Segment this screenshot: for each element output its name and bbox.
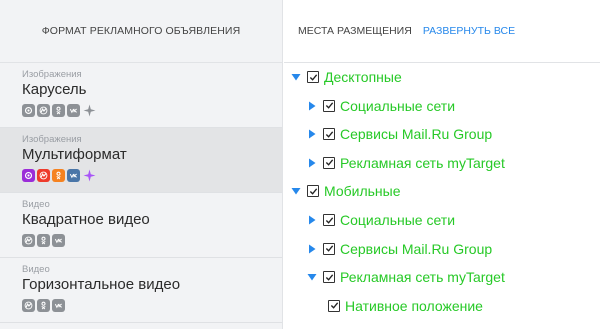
platform-icons <box>22 234 282 247</box>
format-name: Мультиформат <box>22 146 127 163</box>
format-name: Квадратное видео <box>22 211 150 228</box>
platform-icons <box>22 169 282 182</box>
format-category: Изображения <box>22 134 82 145</box>
tree-node: Рекламная сеть myTarget <box>306 267 505 287</box>
odnoklassniki-icon <box>37 104 50 117</box>
placement-checkbox[interactable] <box>323 214 335 226</box>
collapse-arrow-icon[interactable] <box>306 272 317 283</box>
placements-header: МЕСТА РАЗМЕЩЕНИЯ РАЗВЕРНУТЬ ВСЕ <box>284 0 600 63</box>
format-category: Видео <box>22 264 50 275</box>
placement-label[interactable]: Нативное положение <box>345 298 483 314</box>
checkmark-icon <box>325 159 333 167</box>
checkmark-icon <box>325 102 333 109</box>
placement-checkbox[interactable] <box>307 185 319 198</box>
format-category: Видео <box>22 199 50 210</box>
ok-person-icon <box>37 299 50 312</box>
ok-person-icon <box>52 104 65 117</box>
placement-checkbox[interactable] <box>323 128 335 141</box>
checkmark-icon <box>325 131 333 138</box>
platform-icons <box>22 299 282 312</box>
placement-label[interactable]: Социальные сети <box>340 98 455 114</box>
expand-arrow-icon[interactable] <box>306 215 317 226</box>
placement-label[interactable]: Сервисы Mail.Ru Group <box>340 241 492 257</box>
ok-person-icon <box>37 234 50 247</box>
placement-label[interactable]: Сервисы Mail.Ru Group <box>340 126 492 142</box>
expand-arrow-icon[interactable] <box>306 100 317 111</box>
checkmark-icon <box>330 302 338 310</box>
expand-arrow-icon[interactable] <box>306 157 317 168</box>
sparkle-icon <box>83 169 96 182</box>
checkmark-icon <box>325 216 333 224</box>
placement-checkbox[interactable] <box>323 156 335 169</box>
format-list: Изображения Карусель Изображения Мультиформ… <box>0 63 282 323</box>
ok-person-icon <box>52 169 65 182</box>
odnoklassniki-icon <box>22 299 35 312</box>
format-item[interactable]: Видео Горизонтальное видео <box>0 258 282 323</box>
expand-all-link[interactable]: РАЗВЕРНУТЬ ВСЕ <box>423 25 515 37</box>
placement-checkbox[interactable] <box>323 271 335 284</box>
checkmark-icon <box>325 245 333 252</box>
expand-arrow-icon[interactable] <box>306 129 317 140</box>
format-item[interactable]: Изображения Карусель <box>0 63 282 128</box>
checkmark-icon <box>309 73 317 81</box>
mail-icon <box>22 169 35 182</box>
odnoklassniki-icon <box>22 234 35 247</box>
placement-checkbox[interactable] <box>328 299 340 312</box>
format-item[interactable]: Видео Квадратное видео <box>0 193 282 258</box>
collapse-arrow-icon[interactable] <box>290 72 301 83</box>
format-panel-header: ФОРМАТ РЕКЛАМНОГО ОБЪЯВЛЕНИЯ <box>0 0 282 63</box>
placement-checkbox[interactable] <box>323 99 335 112</box>
tree-node: Мобильные <box>290 181 401 201</box>
mail-icon <box>22 104 35 117</box>
checkmark-icon <box>309 188 317 195</box>
format-name: Карусель <box>22 81 87 98</box>
collapse-arrow-icon[interactable] <box>290 186 301 197</box>
expand-arrow-icon[interactable] <box>306 243 317 254</box>
format-panel: ФОРМАТ РЕКЛАМНОГО ОБЪЯВЛЕНИЯ Изображения… <box>0 0 283 329</box>
placement-label[interactable]: Рекламная сеть myTarget <box>340 155 505 171</box>
tree-node: Десктопные <box>290 67 402 87</box>
placement-label[interactable]: Социальные сети <box>340 212 455 228</box>
vk-icon <box>52 234 65 247</box>
sparkle-icon <box>83 104 96 117</box>
placements-title: МЕСТА РАЗМЕЩЕНИЯ <box>298 25 412 37</box>
vk-icon <box>67 169 80 182</box>
tree-node: Рекламная сеть myTarget <box>306 153 505 173</box>
tree-node: Сервисы Mail.Ru Group <box>306 124 492 144</box>
format-name: Горизонтальное видео <box>22 276 181 293</box>
format-item[interactable]: Изображения Мультиформат <box>0 128 282 193</box>
odnoklassniki-icon <box>37 169 50 182</box>
tree-node: Нативное положение <box>328 296 483 316</box>
placement-checkbox[interactable] <box>323 242 335 255</box>
tree-node: Социальные сети <box>306 96 455 116</box>
format-category: Изображения <box>22 69 82 80</box>
vk-icon <box>67 104 80 117</box>
vk-icon <box>52 299 65 312</box>
placement-label[interactable]: Мобильные <box>324 183 401 199</box>
placement-label[interactable]: Десктопные <box>324 69 402 85</box>
tree-node: Социальные сети <box>306 210 455 230</box>
placements-panel: МЕСТА РАЗМЕЩЕНИЯ РАЗВЕРНУТЬ ВСЕ Десктопн… <box>284 0 600 329</box>
placement-label[interactable]: Рекламная сеть myTarget <box>340 269 505 285</box>
platform-icons <box>22 104 282 117</box>
tree-node: Сервисы Mail.Ru Group <box>306 239 492 259</box>
placement-checkbox[interactable] <box>307 71 319 83</box>
checkmark-icon <box>325 274 333 281</box>
